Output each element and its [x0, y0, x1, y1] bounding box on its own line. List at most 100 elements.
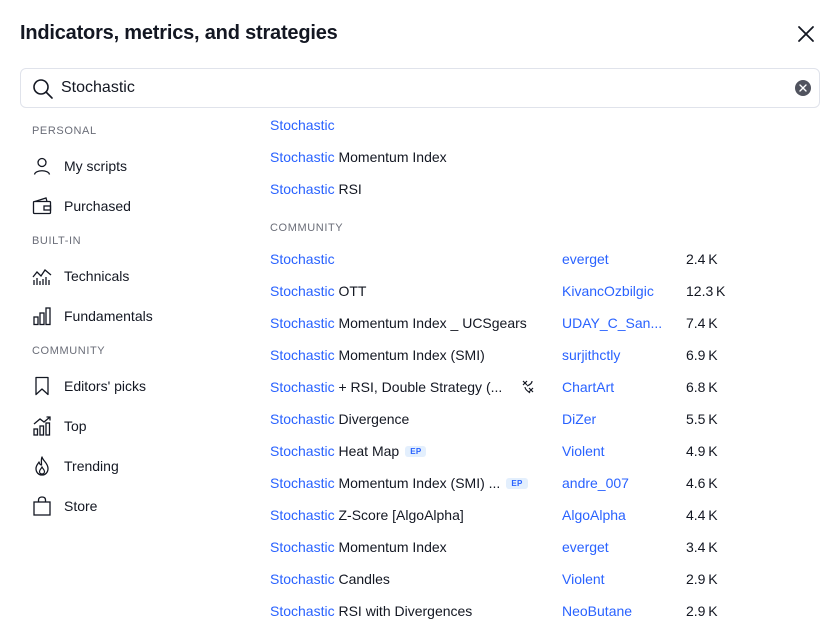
- author-link[interactable]: KivancOzbilgic: [562, 283, 654, 299]
- section-label-personal: PERSONAL: [32, 125, 97, 137]
- community-result-row[interactable]: Stochastic Momentum Index (SMI) surjithct…: [270, 339, 830, 371]
- usage-count: 4.4 K: [686, 507, 718, 523]
- sidebar-item-top[interactable]: Top: [20, 406, 240, 446]
- result-rest: Momentum Index (SMI) ...: [334, 475, 501, 491]
- result-name: Stochastic Heat Map EP: [270, 443, 427, 459]
- result-highlight: Stochastic: [270, 347, 335, 363]
- sidebar-item-fundamentals[interactable]: Fundamentals: [20, 296, 240, 336]
- section-label-built-in: BUILT-IN: [32, 235, 82, 247]
- usage-count: 2.9 K: [686, 571, 718, 587]
- result-highlight: Stochastic: [270, 117, 335, 133]
- community-result-row[interactable]: Stochastic Z-Score [AlgoAlpha] AlgoAlpha 4…: [270, 499, 830, 531]
- builtin-result-row[interactable]: Stochastic Momentum Index: [270, 141, 830, 173]
- search-input[interactable]: [61, 69, 781, 107]
- usage-count: 4.6 K: [686, 475, 718, 491]
- sidebar-item-label: Top: [64, 418, 87, 434]
- author-link[interactable]: everget: [562, 251, 609, 267]
- community-result-row[interactable]: Stochastic OTT KivancOzbilgic 12.3 K: [270, 275, 830, 307]
- sidebar-item-label: Fundamentals: [64, 308, 153, 324]
- result-name: Stochastic Momentum Index: [270, 539, 447, 555]
- author-link[interactable]: DiZer: [562, 411, 596, 427]
- result-name: Stochastic Divergence: [270, 411, 409, 427]
- result-rest: Momentum Index: [334, 149, 447, 165]
- community-result-row[interactable]: Stochastic Heat Map EP Violent 4.9 K: [270, 435, 830, 467]
- sidebar-item-purchased[interactable]: Purchased: [20, 186, 240, 226]
- result-name: Stochastic Momentum Index (SMI) ... EP: [270, 475, 528, 491]
- sidebar-item-label: Store: [64, 498, 98, 514]
- result-rest: RSI with Divergences: [334, 603, 473, 619]
- sidebar-item-my-scripts[interactable]: My scripts: [20, 146, 240, 186]
- close-button[interactable]: [792, 20, 820, 48]
- bar-chart-icon: [32, 306, 52, 326]
- author-link[interactable]: Violent: [562, 443, 605, 459]
- clear-search-button[interactable]: [795, 80, 811, 96]
- sidebar-item-label: My scripts: [64, 158, 127, 174]
- sidebar-item-label: Technicals: [64, 268, 130, 284]
- result-highlight: Stochastic: [270, 251, 335, 267]
- usage-count: 12.3 K: [686, 283, 726, 299]
- sidebar: PERSONAL My scripts Purchased BUILT-IN T…: [20, 116, 240, 526]
- search-icon: [33, 79, 53, 99]
- result-name: Stochastic RSI with Divergences: [270, 603, 472, 619]
- sidebar-item-technicals[interactable]: Technicals: [20, 256, 240, 296]
- result-highlight: Stochastic: [270, 181, 335, 197]
- usage-count: 7.4 K: [686, 315, 718, 331]
- result-rest: Momentum Index: [334, 539, 447, 555]
- sidebar-item-label: Trending: [64, 458, 119, 474]
- author-link[interactable]: AlgoAlpha: [562, 507, 626, 523]
- community-result-row[interactable]: Stochastic RSI with Divergences NeoButane…: [270, 595, 830, 627]
- sidebar-item-trending[interactable]: Trending: [20, 446, 240, 486]
- result-highlight: Stochastic: [270, 507, 335, 523]
- result-highlight: Stochastic: [270, 411, 335, 427]
- result-highlight: Stochastic: [270, 571, 335, 587]
- result-rest: Candles: [334, 571, 390, 587]
- usage-count: 2.4 K: [686, 251, 718, 267]
- community-result-row[interactable]: Stochastic Divergence DiZer 5.5 K: [270, 403, 830, 435]
- result-highlight: Stochastic: [270, 539, 335, 555]
- top-chart-icon: [32, 416, 52, 436]
- sidebar-item-store[interactable]: Store: [20, 486, 240, 526]
- sidebar-item-label: Editors' picks: [64, 378, 147, 394]
- author-link[interactable]: surjithctly: [562, 347, 620, 363]
- usage-count: 6.9 K: [686, 347, 718, 363]
- result-name: Stochastic Momentum Index: [270, 149, 447, 165]
- results-list: Stochastic Stochastic Momentum Index Sto…: [270, 109, 830, 627]
- community-result-row[interactable]: Stochastic everget 2.4 K: [270, 243, 830, 275]
- author-link[interactable]: Violent: [562, 571, 605, 587]
- result-rest: OTT: [334, 283, 367, 299]
- community-result-row[interactable]: Stochastic Candles Violent 2.9 K: [270, 563, 830, 595]
- author-link[interactable]: NeoButane: [562, 603, 632, 619]
- result-highlight: Stochastic: [270, 315, 335, 331]
- result-name: Stochastic Z-Score [AlgoAlpha]: [270, 507, 464, 523]
- sidebar-item-editors-picks[interactable]: Editors' picks: [20, 366, 240, 406]
- usage-count: 5.5 K: [686, 411, 718, 427]
- community-results: Stochastic everget 2.4 K Stochastic OTT Kiva…: [270, 243, 830, 627]
- result-highlight: Stochastic: [270, 283, 335, 299]
- close-icon[interactable]: [796, 24, 816, 44]
- result-name: Stochastic RSI: [270, 181, 362, 197]
- usage-count: 2.9 K: [686, 603, 718, 619]
- result-rest: Momentum Index (SMI): [334, 347, 485, 363]
- flame-icon: [32, 456, 52, 476]
- author-link[interactable]: UDAY_C_San...: [562, 315, 662, 331]
- result-rest: Z-Score [AlgoAlpha]: [334, 507, 464, 523]
- community-result-row[interactable]: Stochastic Momentum Index (SMI) ... EP and…: [270, 467, 830, 499]
- community-result-row[interactable]: Stochastic Momentum Index everget 3.4 K: [270, 531, 830, 563]
- author-link[interactable]: everget: [562, 539, 609, 555]
- community-result-row[interactable]: Stochastic Momentum Index _ UCSgears UDAY…: [270, 307, 830, 339]
- result-highlight: Stochastic: [270, 443, 335, 459]
- result-rest: Divergence: [334, 411, 410, 427]
- user-icon: [32, 156, 52, 176]
- shopping-bag-icon: [32, 496, 52, 516]
- author-link[interactable]: ChartArt: [562, 379, 614, 395]
- author-link[interactable]: andre_007: [562, 475, 629, 491]
- result-name: Stochastic Momentum Index _ UCSgears: [270, 315, 527, 331]
- result-highlight: Stochastic: [270, 603, 335, 619]
- community-result-row[interactable]: Stochastic + RSI, Double Strategy (... Ch…: [270, 371, 830, 403]
- builtin-result-row[interactable]: Stochastic: [270, 109, 830, 141]
- result-highlight: Stochastic: [270, 475, 335, 491]
- wallet-icon: [32, 196, 52, 216]
- result-rest: + RSI, Double Strategy (...: [334, 379, 503, 395]
- builtin-result-row[interactable]: Stochastic RSI: [270, 173, 830, 205]
- clear-icon[interactable]: [799, 84, 807, 92]
